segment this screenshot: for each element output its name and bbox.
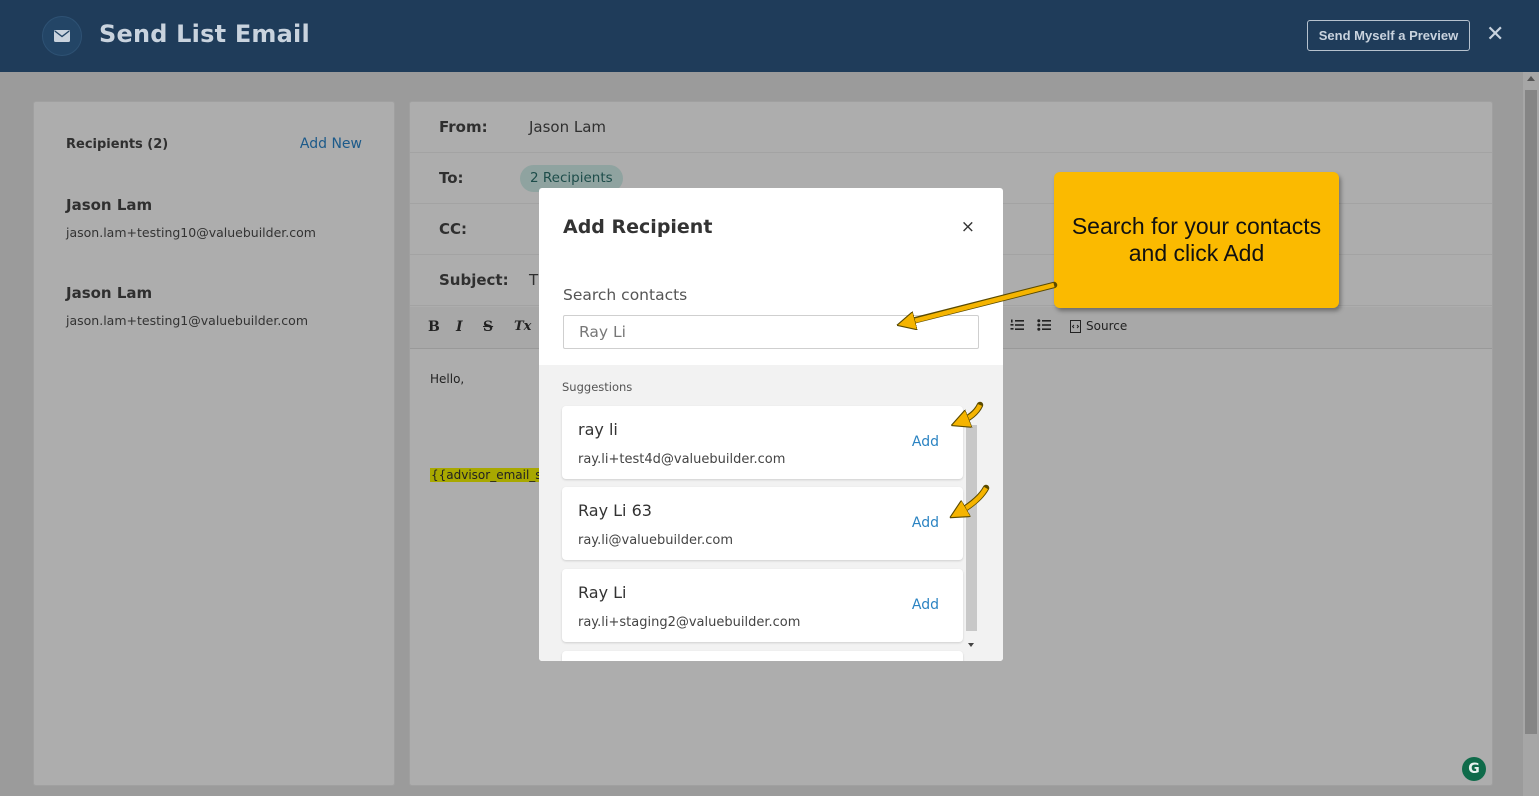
from-label: From:	[439, 118, 488, 136]
close-icon[interactable]: ×	[961, 219, 975, 236]
suggestion-card: Ray Li ray.li+staging2@valuebuilder.com …	[562, 569, 963, 642]
recipient-email: jason.lam+testing1@valuebuilder.com	[66, 313, 308, 328]
page-title: Send List Email	[99, 20, 310, 48]
modal-title: Add Recipient	[563, 216, 713, 238]
suggestions-scrollbar-thumb[interactable]	[966, 425, 977, 631]
search-input[interactable]	[563, 315, 979, 349]
suggestions-list: Suggestions ray li ray.li+test4d@valuebu…	[539, 365, 1003, 661]
email-body-greeting[interactable]: Hello,	[430, 372, 464, 386]
page-scrollbar-thumb[interactable]	[1525, 90, 1537, 734]
from-row: From: Jason Lam	[410, 102, 1492, 153]
suggestions-label: Suggestions	[562, 380, 633, 394]
subject-value[interactable]: T	[529, 271, 538, 289]
scroll-down-icon[interactable]	[968, 643, 974, 647]
source-icon	[1070, 319, 1081, 333]
clear-format-button[interactable]: Tx	[514, 319, 531, 334]
mail-icon	[42, 16, 82, 56]
bullet-list-icon[interactable]	[1037, 319, 1051, 335]
add-new-link[interactable]: Add New	[300, 136, 362, 152]
recipient-item: Jason Lam jason.lam+testing1@valuebuilde…	[66, 284, 308, 328]
callout-text: Search for your contacts and click Add	[1071, 213, 1322, 266]
signature-token: {{advisor_email_sig	[430, 468, 554, 482]
recipient-email: jason.lam+testing10@valuebuilder.com	[66, 225, 316, 240]
suggestion-card: Ray Li 63 ray.li@valuebuilder.com Add	[562, 487, 963, 560]
scroll-up-icon[interactable]	[1527, 76, 1535, 81]
suggestion-email: ray.li+test4d@valuebuilder.com	[578, 452, 786, 467]
add-contact-button[interactable]: Add	[912, 515, 939, 531]
source-label: Source	[1086, 319, 1128, 333]
subject-label: Subject:	[439, 271, 509, 289]
suggestion-card-partial	[562, 651, 963, 661]
send-preview-button[interactable]: Send Myself a Preview	[1307, 20, 1470, 51]
grammarly-icon[interactable]: G	[1462, 757, 1486, 781]
numbered-list-icon[interactable]	[1010, 319, 1024, 335]
strikethrough-button[interactable]: S	[483, 319, 493, 335]
recipient-name: Jason Lam	[66, 196, 153, 214]
add-contact-button[interactable]: Add	[912, 434, 939, 450]
page-scrollbar[interactable]	[1523, 72, 1539, 796]
to-label: To:	[439, 169, 464, 187]
add-recipient-modal: Add Recipient × Search contacts Suggesti…	[539, 188, 1003, 661]
source-button[interactable]: Source	[1070, 319, 1127, 333]
suggestion-email: ray.li@valuebuilder.com	[578, 533, 734, 548]
recipients-heading: Recipients (2)	[66, 137, 169, 152]
recipient-item: Jason Lam jason.lam+testing10@valuebuild…	[66, 196, 316, 240]
suggestion-name: Ray Li	[578, 583, 627, 602]
bold-button[interactable]: B	[428, 319, 440, 335]
italic-button[interactable]: I	[456, 319, 463, 335]
suggestion-name: Ray Li 63	[578, 501, 652, 520]
suggestions-scrollbar[interactable]	[966, 421, 977, 651]
close-icon[interactable]: ✕	[1486, 24, 1504, 46]
tutorial-callout: Search for your contacts and click Add	[1054, 172, 1339, 308]
suggestion-name: ray li	[578, 420, 618, 439]
recipient-name: Jason Lam	[66, 284, 153, 302]
cc-label: CC:	[439, 220, 468, 238]
suggestion-card: ray li ray.li+test4d@valuebuilder.com Ad…	[562, 406, 963, 479]
from-value: Jason Lam	[529, 118, 607, 136]
recipients-panel: Recipients (2) Add New Jason Lam jason.l…	[33, 101, 395, 786]
app-header: Send List Email Send Myself a Preview ✕	[0, 0, 1539, 72]
suggestion-email: ray.li+staging2@valuebuilder.com	[578, 615, 801, 630]
add-contact-button[interactable]: Add	[912, 597, 939, 613]
search-label: Search contacts	[563, 286, 688, 304]
